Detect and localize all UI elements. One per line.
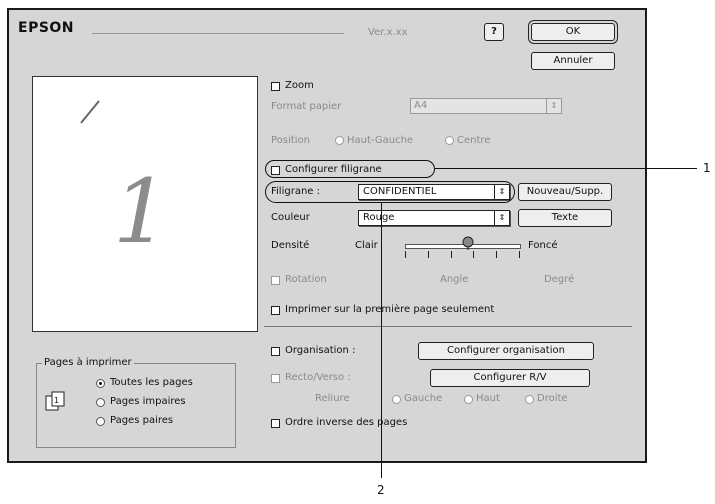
rotation-label: Rotation — [285, 274, 327, 285]
degree-label: Degré — [544, 274, 575, 285]
first-page-only-label: Imprimer sur la première page seulement — [285, 304, 495, 315]
section-divider — [264, 326, 632, 327]
density-slider-ticks — [405, 251, 521, 259]
ok-button[interactable]: OK — [531, 23, 615, 41]
density-max-label: Foncé — [528, 240, 558, 251]
odd-pages-label: Pages impaires — [110, 396, 186, 407]
density-tick — [496, 251, 497, 258]
header-divider — [92, 33, 344, 34]
position-center-label: Centre — [457, 135, 491, 146]
callout-1-highlight — [265, 160, 435, 178]
configure-organisation-button[interactable]: Configurer organisation — [418, 342, 594, 360]
binding-label: Reliure — [315, 393, 350, 404]
cancel-button[interactable]: Annuler — [531, 52, 615, 70]
reverse-order-checkbox[interactable] — [271, 419, 280, 428]
callout-1-leader — [435, 168, 697, 169]
chevron-down-icon: ⇕ — [494, 211, 509, 225]
radio-position-center[interactable] — [445, 136, 454, 145]
color-label: Couleur — [271, 212, 310, 223]
density-tick — [451, 251, 452, 258]
paper-size-value: A4 — [414, 100, 428, 111]
zoom-label: Zoom — [285, 80, 314, 91]
organisation-checkbox[interactable] — [271, 347, 280, 356]
first-page-only-checkbox[interactable] — [271, 306, 280, 315]
callout-2-highlight — [265, 181, 515, 203]
binding-left-label: Gauche — [404, 393, 443, 404]
color-value: Rouge — [363, 212, 395, 223]
reverse-order-label: Ordre inverse des pages — [285, 417, 408, 428]
binding-top-label: Haut — [476, 393, 500, 404]
svg-text:1: 1 — [54, 396, 59, 405]
callout-1-number: 1 — [703, 161, 711, 175]
duplex-label: Recto/Verso : — [285, 372, 351, 383]
callout-2-number: 2 — [377, 483, 385, 497]
radio-even-pages[interactable] — [96, 417, 105, 426]
pages-stack-icon: 1 — [45, 391, 65, 411]
all-pages-label: Toutes les pages — [110, 377, 193, 388]
density-tick — [519, 251, 520, 258]
duplex-checkbox[interactable] — [271, 374, 280, 383]
density-min-label: Clair — [355, 240, 378, 251]
even-pages-label: Pages paires — [110, 415, 174, 426]
position-label: Position — [271, 135, 310, 146]
callout-2-leader — [381, 203, 382, 478]
print-pages-title: Pages à imprimer — [42, 357, 134, 369]
radio-binding-left[interactable] — [392, 395, 401, 404]
radio-all-pages[interactable] — [96, 379, 105, 388]
preview-page-number: 1 — [113, 160, 169, 263]
epson-logo: EPSON — [18, 20, 75, 36]
density-tick — [405, 251, 406, 258]
density-tick — [428, 251, 429, 258]
chevron-down-icon: ⇕ — [546, 99, 561, 113]
configure-duplex-button[interactable]: Configurer R/V — [430, 369, 590, 387]
radio-odd-pages[interactable] — [96, 398, 105, 407]
density-tick — [473, 251, 474, 258]
rotation-checkbox[interactable] — [271, 276, 280, 285]
new-delete-watermark-button[interactable]: Nouveau/Supp. — [518, 183, 612, 201]
position-top-left-label: Haut-Gauche — [347, 135, 414, 146]
density-label: Densité — [271, 240, 310, 251]
radio-binding-top[interactable] — [464, 395, 473, 404]
organisation-label: Organisation : — [285, 345, 356, 356]
version-label: Ver.x.xx — [368, 27, 408, 38]
radio-binding-right[interactable] — [525, 395, 534, 404]
help-button[interactable]: ? — [484, 23, 504, 41]
page-preview: 1 — [32, 76, 258, 332]
angle-label: Angle — [440, 274, 469, 285]
text-settings-button[interactable]: Texte — [518, 209, 612, 227]
radio-position-top-left[interactable] — [335, 136, 344, 145]
paper-size-select[interactable]: A4 ⇕ — [410, 98, 562, 114]
zoom-checkbox[interactable] — [271, 82, 280, 91]
binding-right-label: Droite — [537, 393, 568, 404]
density-slider-thumb[interactable] — [462, 236, 474, 250]
paper-size-label: Format papier — [271, 101, 342, 112]
